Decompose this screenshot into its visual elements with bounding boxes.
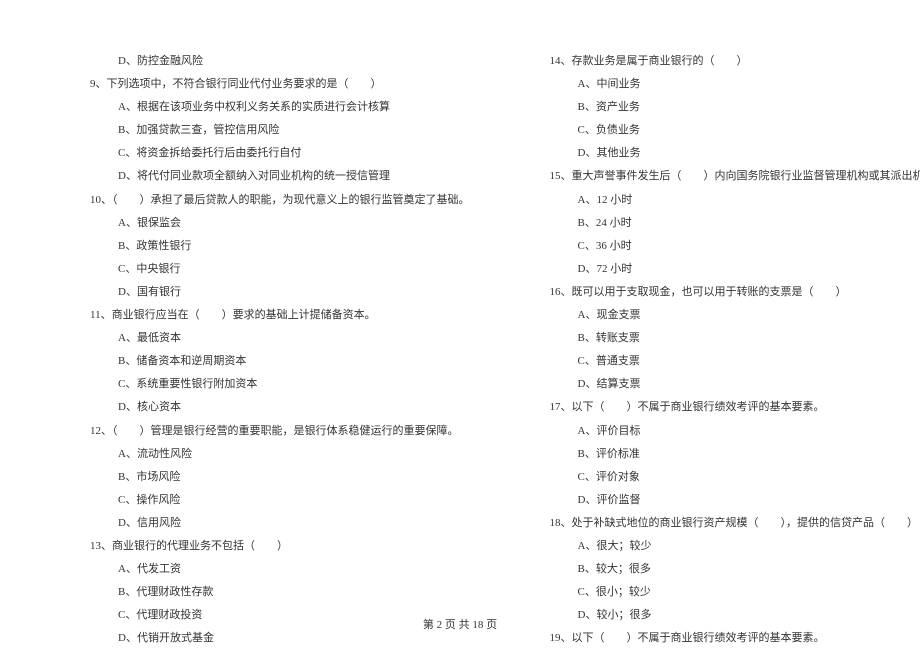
option: D、72 小时 xyxy=(550,258,920,281)
option: B、评价标准 xyxy=(550,443,920,466)
question: 9、下列选项中，不符合银行同业代付业务要求的是（ ） xyxy=(90,73,470,96)
option: D、国有银行 xyxy=(90,281,470,304)
question: 10、（ ）承担了最后贷款人的职能，为现代意义上的银行监管奠定了基础。 xyxy=(90,189,470,212)
option: B、转账支票 xyxy=(550,327,920,350)
page-content: D、防控金融风险 9、下列选项中，不符合银行同业代付业务要求的是（ ） A、根据… xyxy=(0,0,920,650)
option: C、评价对象 xyxy=(550,466,920,489)
option: D、防控金融风险 xyxy=(90,50,470,73)
option: B、代理财政性存款 xyxy=(90,581,470,604)
option: D、信用风险 xyxy=(90,512,470,535)
question: 16、既可以用于支取现金，也可以用于转账的支票是（ ） xyxy=(550,281,920,304)
option: D、将代付同业款项全额纳入对同业机构的统一授信管理 xyxy=(90,165,470,188)
option: C、将资金拆给委托行后由委托行自付 xyxy=(90,142,470,165)
option: D、评价监督 xyxy=(550,489,920,512)
option: B、政策性银行 xyxy=(90,235,470,258)
option: A、现金支票 xyxy=(550,304,920,327)
question: 15、重大声誉事件发生后（ ）内向国务院银行业监督管理机构或其派出机构报告有关情… xyxy=(550,165,920,188)
option: A、根据在该项业务中权利义务关系的实质进行会计核算 xyxy=(90,96,470,119)
option: C、系统重要性银行附加资本 xyxy=(90,373,470,396)
question: 14、存款业务是属于商业银行的（ ） xyxy=(550,50,920,73)
left-column: D、防控金融风险 9、下列选项中，不符合银行同业代付业务要求的是（ ） A、根据… xyxy=(90,50,470,650)
question: 12、（ ）管理是银行经营的重要职能，是银行体系稳健运行的重要保障。 xyxy=(90,420,470,443)
option: A、12 小时 xyxy=(550,189,920,212)
option: C、很小；较少 xyxy=(550,581,920,604)
page-footer: 第 2 页 共 18 页 xyxy=(0,616,920,632)
question: 13、商业银行的代理业务不包括（ ） xyxy=(90,535,470,558)
option: C、中央银行 xyxy=(90,258,470,281)
option: D、核心资本 xyxy=(90,396,470,419)
option: A、中间业务 xyxy=(550,73,920,96)
question: 17、以下（ ）不属于商业银行绩效考评的基本要素。 xyxy=(550,396,920,419)
option: B、加强贷款三查，管控信用风险 xyxy=(90,119,470,142)
option: B、资产业务 xyxy=(550,96,920,119)
option: C、普通支票 xyxy=(550,350,920,373)
question: 11、商业银行应当在（ ）要求的基础上计提储备资本。 xyxy=(90,304,470,327)
option: A、最低资本 xyxy=(90,327,470,350)
option: D、其他业务 xyxy=(550,142,920,165)
option: C、负债业务 xyxy=(550,119,920,142)
option: B、较大；很多 xyxy=(550,558,920,581)
option: A、银保监会 xyxy=(90,212,470,235)
option: B、24 小时 xyxy=(550,212,920,235)
option: A、代发工资 xyxy=(90,558,470,581)
right-column: 14、存款业务是属于商业银行的（ ） A、中间业务 B、资产业务 C、负债业务 … xyxy=(550,50,920,650)
option: C、操作风险 xyxy=(90,489,470,512)
option: B、市场风险 xyxy=(90,466,470,489)
option: C、36 小时 xyxy=(550,235,920,258)
option: A、流动性风险 xyxy=(90,443,470,466)
question: 18、处于补缺式地位的商业银行资产规模（ ），提供的信贷产品（ ） xyxy=(550,512,920,535)
option: A、评价目标 xyxy=(550,420,920,443)
option: B、储备资本和逆周期资本 xyxy=(90,350,470,373)
option: D、结算支票 xyxy=(550,373,920,396)
option: A、很大；较少 xyxy=(550,535,920,558)
